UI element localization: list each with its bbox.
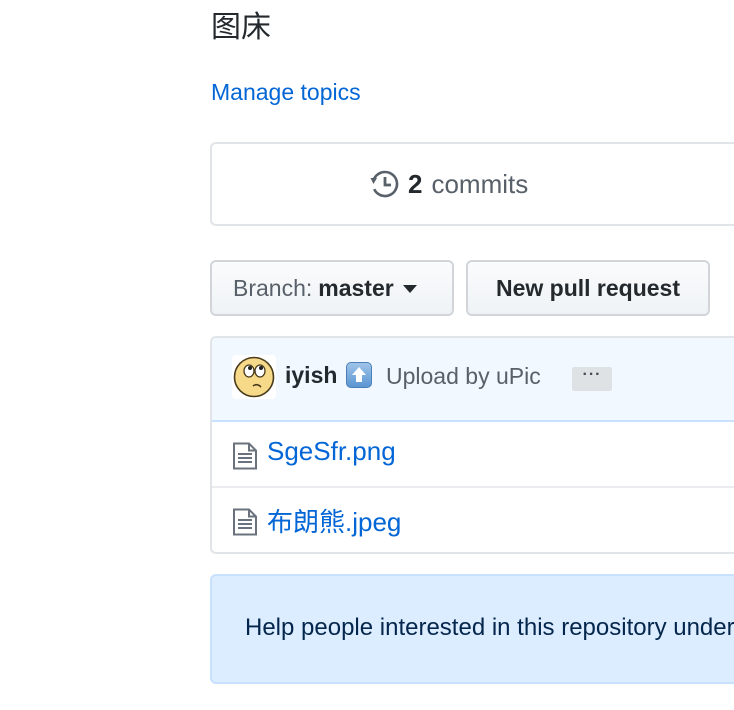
file-row: 布朗熊.jpeg xyxy=(212,488,734,552)
branch-prefix: Branch: xyxy=(233,274,313,301)
file-link[interactable]: 布朗熊.jpeg xyxy=(267,502,401,539)
commits-count: 2 xyxy=(408,168,423,199)
arrow-up-icon xyxy=(346,362,372,388)
expand-commit-button[interactable]: ··· xyxy=(572,367,612,391)
repo-summary-bar: 2 commits xyxy=(210,142,734,226)
commits-link[interactable]: 2 commits xyxy=(370,166,528,202)
file-icon xyxy=(233,508,257,536)
file-row: SgeSfr.png xyxy=(212,422,734,488)
latest-commit-bar: iyish Upload by uPic ··· xyxy=(212,338,734,422)
branch-select-button[interactable]: Branch: master xyxy=(210,260,454,316)
commit-author[interactable]: iyish xyxy=(285,362,337,389)
file-list: iyish Upload by uPic ··· SgeSfr.png 布朗熊.… xyxy=(210,336,734,554)
repository-page: 图床 Manage topics 2 commits Branch: maste… xyxy=(0,0,734,710)
avatar[interactable] xyxy=(232,355,276,399)
file-icon xyxy=(233,442,257,470)
history-icon xyxy=(370,170,399,198)
repo-description: 图床 xyxy=(211,10,271,45)
file-link[interactable]: SgeSfr.png xyxy=(267,436,396,467)
commit-message[interactable]: Upload by uPic xyxy=(386,363,541,390)
manage-topics-link[interactable]: Manage topics xyxy=(211,76,361,108)
readme-prompt-text: Help people interested in this repositor… xyxy=(245,614,734,641)
chevron-down-icon xyxy=(402,285,417,293)
add-readme-prompt: Help people interested in this repositor… xyxy=(210,574,734,684)
commits-label: commits xyxy=(431,168,529,199)
new-pull-request-button[interactable]: New pull request xyxy=(466,260,710,316)
branch-name: master xyxy=(318,274,394,301)
